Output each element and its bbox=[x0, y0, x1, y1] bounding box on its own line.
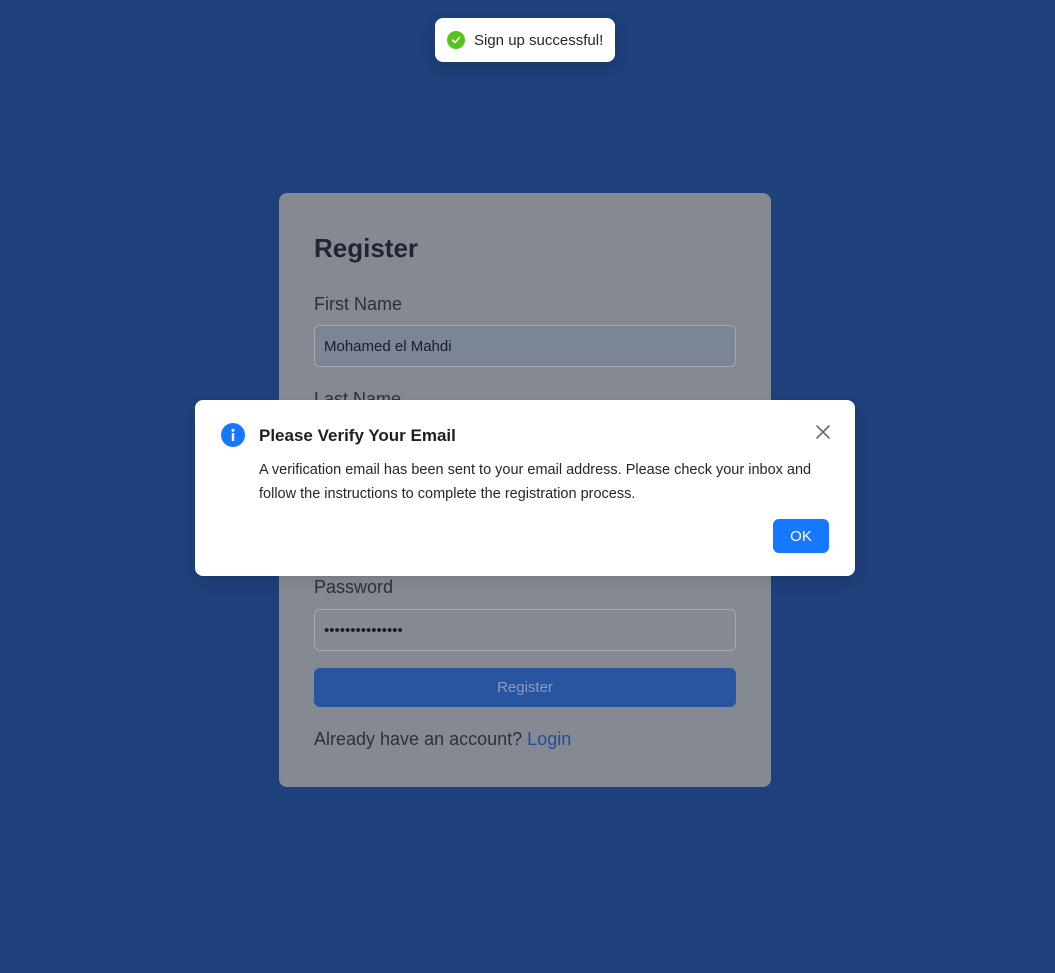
login-prompt: Already have an account? Login bbox=[314, 728, 571, 750]
verify-email-modal: Please Verify Your Email A verification … bbox=[195, 400, 855, 576]
toast-message: Sign up successful! bbox=[474, 31, 604, 49]
register-title: Register bbox=[314, 233, 419, 263]
success-toast: Sign up successful! bbox=[435, 18, 615, 62]
password-label: Password bbox=[314, 577, 394, 597]
login-prompt-text: Already have an account? bbox=[314, 729, 523, 749]
close-icon[interactable] bbox=[811, 420, 835, 444]
modal-title: Please Verify Your Email bbox=[259, 426, 456, 445]
info-circle-icon bbox=[221, 423, 245, 447]
modal-message: A verification email has been sent to yo… bbox=[259, 462, 812, 502]
first-name-label: First Name bbox=[314, 294, 403, 314]
ok-button[interactable]: OK bbox=[773, 519, 829, 553]
register-button[interactable]: Register bbox=[314, 668, 736, 707]
check-circle-icon bbox=[447, 31, 465, 49]
first-name-input[interactable] bbox=[314, 325, 736, 367]
login-link[interactable]: Login bbox=[527, 729, 571, 749]
password-input[interactable] bbox=[314, 609, 736, 651]
